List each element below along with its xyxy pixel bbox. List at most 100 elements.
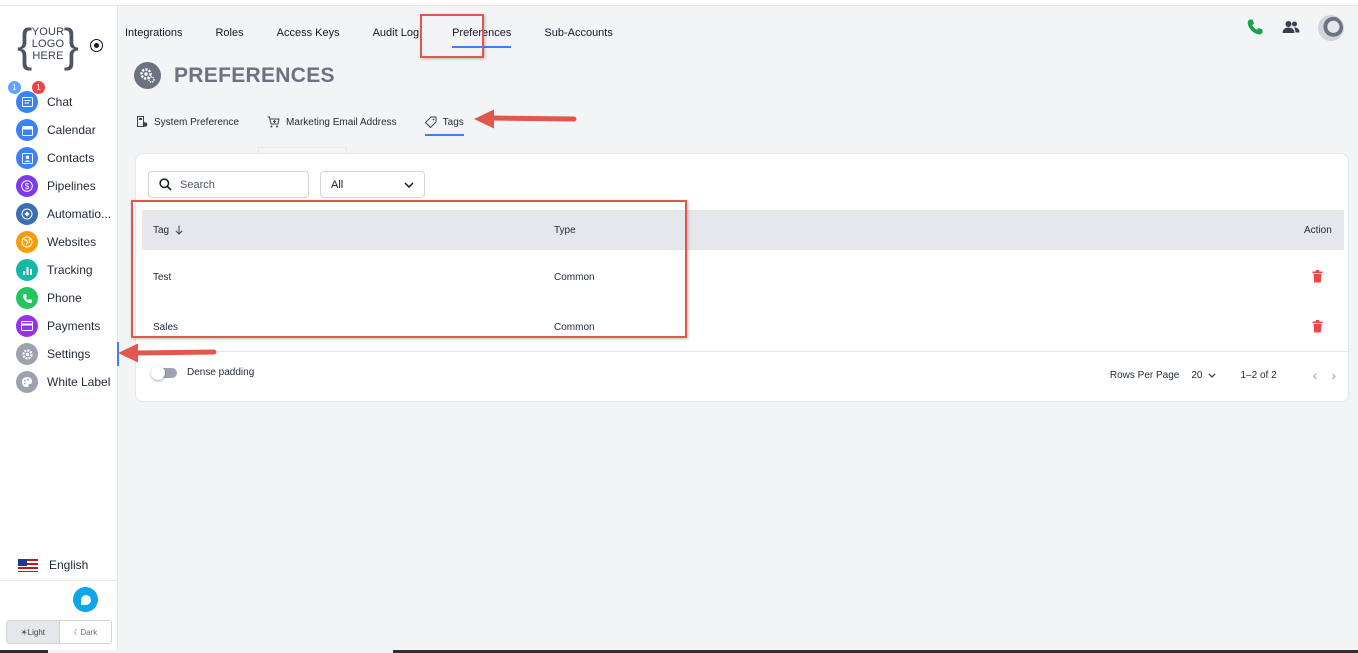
type-column-header[interactable]: Type — [554, 210, 576, 250]
sidebar-divider — [0, 580, 118, 581]
search-icon — [159, 178, 172, 191]
tag-column-header[interactable]: Tag — [153, 210, 183, 250]
dollar-icon: $ — [16, 175, 38, 197]
table-row: Sales Common — [142, 302, 1344, 352]
subtab-label: Marketing Email Address — [286, 116, 397, 128]
rows-per-page-select[interactable]: 20 — [1191, 370, 1216, 381]
sidebar-item-white-label[interactable]: White Label — [0, 368, 118, 396]
language-label: English — [49, 558, 89, 572]
sidebar-item-label: Websites — [47, 235, 97, 249]
top-border — [0, 0, 1358, 6]
tab-access-keys[interactable]: Access Keys — [277, 18, 340, 48]
previous-page-icon[interactable]: ‹ — [1313, 367, 1318, 383]
globe-icon — [16, 231, 38, 253]
page-title: PREFERENCES — [174, 63, 335, 87]
sidebar-item-label: Tracking — [47, 263, 93, 277]
palette-icon — [16, 371, 38, 393]
chevron-down-icon — [1207, 372, 1216, 378]
sidebar-nav: 1 1 Chat Calendar Contacts $ Pipelines A… — [0, 81, 119, 396]
dense-padding-toggle[interactable] — [151, 365, 177, 380]
chat-bubble-icon[interactable] — [73, 587, 98, 612]
chat-icon — [16, 91, 38, 113]
avatar[interactable] — [1318, 15, 1344, 41]
action-column-header: Action — [1304, 224, 1332, 236]
gear-icon — [16, 343, 38, 365]
type-filter-value: All — [331, 178, 344, 191]
sidebar-item-pipelines[interactable]: $ Pipelines — [0, 172, 118, 200]
tags-card: All Tag Type Action Test Common Sales Co… — [135, 153, 1350, 402]
sidebar-item-label: Phone — [47, 291, 82, 305]
sidebar-item-label: Contacts — [47, 151, 95, 165]
subtab-marketing-email[interactable]: Marketing Email Address — [267, 108, 397, 136]
sidebar-item-calendar[interactable]: Calendar — [0, 116, 118, 144]
svg-text:$: $ — [25, 182, 30, 191]
theme-switch: ☀ Light ☾ Dark — [6, 620, 112, 644]
language-selector[interactable]: English — [18, 558, 88, 572]
type-cell: Common — [554, 271, 595, 283]
sidebar-item-label: Pipelines — [47, 179, 96, 193]
table-row: Test Common — [142, 252, 1344, 302]
sidebar-item-label: White Label — [47, 375, 111, 389]
cart-icon — [267, 116, 280, 128]
dense-padding-label: Dense padding — [187, 367, 255, 378]
type-filter-select[interactable]: All — [320, 171, 425, 198]
sidebar-item-automation[interactable]: Automatio... — [0, 200, 118, 228]
moon-icon: ☾ — [73, 627, 81, 637]
tag-cell: Test — [153, 271, 172, 283]
search-input[interactable] — [180, 178, 300, 191]
sidebar-item-payments[interactable]: Payments — [0, 312, 118, 340]
search-box — [148, 171, 309, 198]
sort-arrow-down-icon — [175, 225, 183, 235]
tab-audit-log[interactable]: Audit Log — [373, 18, 419, 48]
delete-trash-icon[interactable] — [1312, 320, 1323, 336]
phone-icon — [16, 287, 38, 309]
subtab-label: Tags — [442, 116, 464, 128]
sidebar-item-label: Chat — [47, 95, 73, 109]
theme-light-button[interactable]: ☀ Light — [7, 621, 59, 643]
us-flag-icon — [18, 558, 38, 572]
users-icon[interactable] — [1282, 20, 1300, 37]
next-page-icon[interactable]: › — [1331, 367, 1336, 383]
header-actions — [1246, 15, 1344, 41]
chat-badge-blue: 1 — [8, 81, 21, 94]
sidebar-item-chat[interactable]: 1 1 Chat — [0, 81, 118, 116]
page-header: PREFERENCES — [134, 62, 335, 89]
subtab-tags[interactable]: Tags — [424, 108, 464, 136]
bar-chart-icon — [16, 259, 38, 281]
tab-integrations[interactable]: Integrations — [125, 18, 182, 48]
automation-icon — [16, 203, 38, 225]
dense-padding-control: Dense padding — [151, 365, 255, 380]
page-range: 1–2 of 2 — [1240, 369, 1277, 381]
theme-dark-button[interactable]: ☾ Dark — [58, 621, 111, 643]
tab-preferences[interactable]: Preferences — [452, 18, 512, 48]
tab-roles[interactable]: Roles — [215, 18, 243, 48]
sun-icon: ☀ — [20, 627, 28, 637]
pagination: Rows Per Page 20 1–2 of 2 ‹ › — [1110, 367, 1336, 383]
chevron-down-icon — [404, 181, 414, 188]
sidebar-item-phone[interactable]: Phone — [0, 284, 118, 312]
tag-icon — [424, 116, 437, 128]
preferences-subtabs: System Preference Marketing Email Addres… — [137, 108, 492, 136]
sidebar-item-label: Calendar — [47, 123, 96, 137]
sidebar-toggle-icon[interactable] — [90, 39, 103, 52]
sidebar-item-websites[interactable]: Websites — [0, 228, 118, 256]
sidebar-item-label: Payments — [47, 319, 101, 333]
phone-icon[interactable] — [1246, 18, 1264, 39]
preferences-gear-icon — [134, 62, 161, 89]
calendar-icon — [16, 119, 38, 141]
sidebar-item-settings[interactable]: Settings — [0, 340, 119, 368]
table-footer-divider — [136, 351, 1350, 352]
settings-tabs: Integrations Roles Access Keys Audit Log… — [125, 18, 646, 48]
sidebar-item-label: Automatio... — [47, 207, 112, 221]
credit-card-icon — [16, 315, 38, 337]
tab-sub-accounts[interactable]: Sub-Accounts — [544, 18, 612, 48]
sidebar-item-label: Settings — [47, 347, 91, 361]
system-preference-icon — [137, 116, 148, 127]
sidebar: { YOUR LOGO HERE } 1 1 Chat Calendar Con… — [0, 6, 119, 650]
type-cell: Common — [554, 321, 595, 333]
subtab-label: System Preference — [154, 116, 240, 128]
sidebar-item-contacts[interactable]: Contacts — [0, 144, 118, 172]
subtab-system-preference[interactable]: System Preference — [137, 108, 239, 136]
delete-trash-icon[interactable] — [1312, 270, 1323, 286]
sidebar-item-tracking[interactable]: Tracking — [0, 256, 118, 284]
